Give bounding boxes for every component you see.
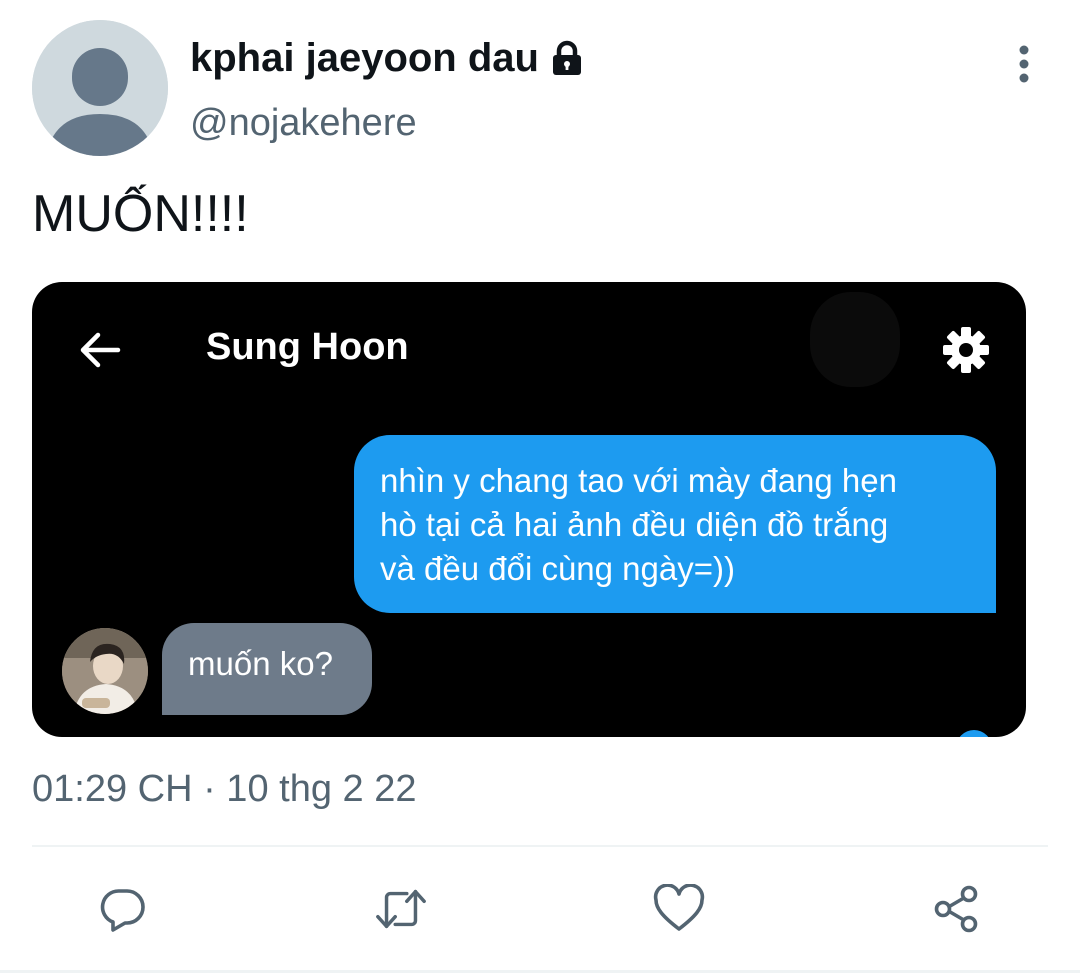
reply-icon bbox=[100, 889, 145, 932]
more-vertical-icon[interactable] bbox=[1004, 42, 1044, 86]
share-button[interactable] bbox=[930, 882, 984, 936]
outgoing-message-line: nhìn y chang tao với mày đang hẹn bbox=[380, 462, 897, 499]
outgoing-message-line: hò tại cả hai ảnh đều diện đồ trắng bbox=[380, 506, 889, 543]
author-display-name[interactable]: kphai jaeyoon dau bbox=[190, 36, 539, 81]
share-icon bbox=[934, 885, 978, 933]
author-name-row[interactable]: kphai jaeyoon dau bbox=[190, 36, 587, 81]
tweet-text: MUỐN!!!! bbox=[32, 185, 249, 243]
divider bbox=[32, 845, 1048, 847]
tweet-media-image[interactable]: Sung Hoon nhìn y chang tao với mày đang … bbox=[32, 282, 1026, 737]
heart-icon bbox=[653, 884, 705, 931]
redacted-scribble bbox=[810, 292, 900, 387]
retweet-icon bbox=[376, 889, 426, 929]
reply-button[interactable] bbox=[96, 882, 150, 936]
scroll-indicator bbox=[956, 730, 992, 737]
chat-title: Sung Hoon bbox=[206, 326, 409, 368]
default-avatar-icon bbox=[32, 20, 168, 156]
incoming-message-bubble: muốn ko? bbox=[162, 623, 372, 715]
gear-icon bbox=[943, 327, 989, 373]
outgoing-message-bubble: nhìn y chang tao với mày đang hẹn hò tại… bbox=[354, 435, 996, 613]
like-button[interactable] bbox=[652, 882, 706, 936]
contact-avatar bbox=[62, 628, 148, 714]
outgoing-message-line: và đều đổi cùng ngày=)) bbox=[380, 550, 735, 587]
arrow-left-icon bbox=[80, 332, 121, 368]
lock-icon bbox=[547, 39, 587, 79]
retweet-button[interactable] bbox=[374, 882, 428, 936]
author-handle[interactable]: @nojakehere bbox=[190, 102, 417, 145]
tweet-timestamp[interactable]: 01:29 CH · 10 thg 2 22 bbox=[32, 768, 416, 811]
author-avatar[interactable] bbox=[32, 20, 168, 156]
tweet-detail: kphai jaeyoon dau @nojakehere MUỐN!!!! S… bbox=[0, 0, 1080, 973]
